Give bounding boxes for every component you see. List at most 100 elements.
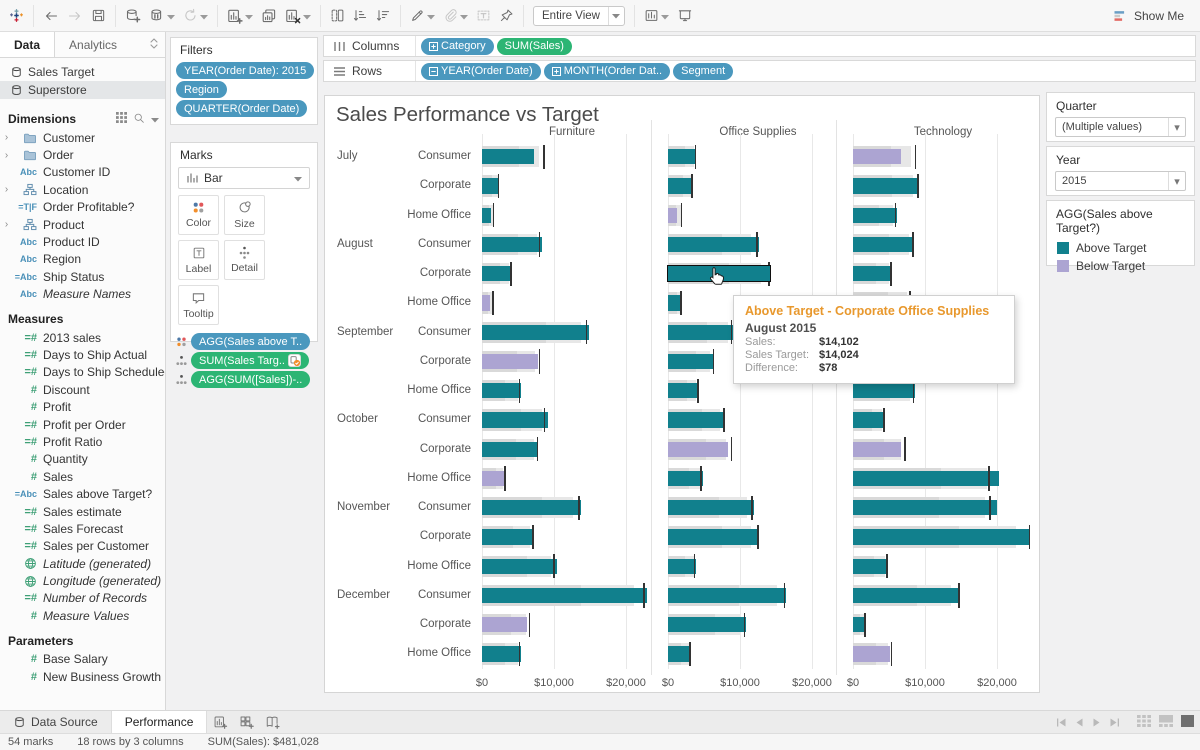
bullet-bar[interactable] — [853, 266, 892, 282]
pill-year-order-date-2015[interactable]: YEAR(Order Date): 2015 — [176, 62, 315, 79]
pill-segment[interactable]: Segment — [673, 62, 734, 80]
save-button[interactable] — [87, 3, 110, 29]
pill-region[interactable]: Region — [176, 81, 227, 98]
field-measure-values[interactable]: # Measure Values — [0, 607, 165, 624]
field-discount[interactable]: # Discount — [0, 381, 165, 398]
field-region[interactable]: Abc Region — [0, 251, 165, 268]
field-sales-forecast[interactable]: =# Sales Forecast — [0, 520, 165, 537]
pill-year-order-date[interactable]: YEAR(Order Date) — [421, 62, 541, 80]
field-quantity[interactable]: # Quantity — [0, 451, 165, 468]
bullet-bar[interactable] — [853, 646, 891, 662]
pause-updates-button[interactable] — [145, 3, 179, 29]
bullet-bar[interactable] — [853, 236, 914, 252]
show-sheet-sorter-button[interactable] — [1137, 714, 1151, 730]
legend-item-above-target[interactable]: Above Target — [1047, 239, 1194, 257]
new-story-button[interactable] — [259, 711, 285, 733]
bullet-bar[interactable] — [853, 587, 960, 603]
field-profit-ratio[interactable]: =# Profit Ratio — [0, 433, 165, 450]
pill-agg-sum-sales[interactable]: AGG(SUM([Sales])-.. — [191, 371, 311, 388]
marks-button-color[interactable]: Color — [178, 195, 219, 235]
bullet-bar[interactable] — [482, 646, 521, 662]
quarter-filter-dropdown[interactable]: (Multiple values) ▾ — [1055, 117, 1186, 137]
show-tabs-button[interactable] — [1181, 714, 1194, 730]
bullet-bar[interactable] — [482, 295, 490, 311]
bullet-bar[interactable] — [482, 178, 500, 194]
bullet-bar[interactable] — [482, 149, 534, 165]
bullet-bar[interactable] — [853, 500, 997, 516]
duplicate-sheet-button[interactable] — [257, 3, 281, 29]
bullet-bar[interactable] — [853, 149, 902, 165]
go-previous-button[interactable] — [1072, 718, 1087, 727]
marks-button-size[interactable]: Size — [224, 195, 265, 235]
expand-caret-icon[interactable]: › — [0, 184, 13, 195]
field-sales-estimate[interactable]: =# Sales estimate — [0, 503, 165, 520]
bullet-bar[interactable] — [853, 441, 902, 457]
fix-axes-button[interactable] — [495, 3, 518, 29]
sort-ascending-button[interactable] — [349, 3, 372, 29]
field-latitude-generated[interactable]: Latitude (generated) — [0, 555, 165, 572]
chevron-down-icon[interactable]: ▾ — [1168, 172, 1185, 190]
bullet-bar[interactable] — [853, 178, 919, 194]
bullet-bar[interactable] — [482, 207, 492, 223]
bullet-bar[interactable] — [482, 324, 590, 340]
bullet-bar[interactable] — [853, 470, 1000, 486]
field-sales[interactable]: # Sales — [0, 468, 165, 485]
field-new-business-growth[interactable]: # New Business Growth — [0, 668, 165, 685]
field-customer-id[interactable]: Abc Customer ID — [0, 164, 165, 181]
field-days-to-ship-actual[interactable]: =# Days to Ship Actual — [0, 346, 165, 363]
field-sales-per-customer[interactable]: =# Sales per Customer — [0, 538, 165, 555]
bullet-bar[interactable] — [482, 412, 548, 428]
bullet-bar[interactable] — [668, 236, 759, 252]
fit-selector[interactable]: Entire View — [533, 5, 625, 26]
bullet-bar[interactable] — [668, 207, 677, 223]
swap-rows-columns-button[interactable] — [326, 3, 349, 29]
field-measure-names[interactable]: Abc Measure Names — [0, 286, 165, 303]
search-icon[interactable] — [133, 112, 145, 127]
field-base-salary[interactable]: # Base Salary — [0, 651, 165, 668]
bullet-bar[interactable] — [482, 470, 504, 486]
bullet-bar[interactable] — [668, 500, 754, 516]
go-next-button[interactable] — [1089, 718, 1104, 727]
field-number-of-records[interactable]: =# Number of Records — [0, 590, 165, 607]
bullet-bar[interactable] — [482, 558, 557, 574]
bullet-bar[interactable] — [668, 383, 699, 399]
field-order-profitable[interactable]: =T|F Order Profitable? — [0, 199, 165, 216]
mark-type-dropdown[interactable]: Bar — [178, 167, 310, 189]
marks-button-tooltip[interactable]: Tooltip — [178, 285, 219, 325]
highlight-button[interactable] — [406, 3, 439, 29]
bullet-bar[interactable] — [482, 500, 582, 516]
bullet-bar[interactable] — [853, 207, 897, 223]
bullet-bar[interactable] — [482, 441, 539, 457]
legend-item-below-target[interactable]: Below Target — [1047, 257, 1194, 275]
field-days-to-ship-scheduled[interactable]: =# Days to Ship Scheduled — [0, 364, 165, 381]
pane-toggle-icon[interactable] — [149, 37, 159, 52]
sheet-tab-performance[interactable]: Performance — [111, 711, 208, 733]
bullet-bar[interactable] — [853, 412, 885, 428]
show-me-button[interactable]: Show Me — [1108, 3, 1188, 29]
field-profit[interactable]: # Profit — [0, 398, 165, 415]
bullet-bar[interactable] — [668, 617, 746, 633]
pill-agg-sales-above-t[interactable]: AGG(Sales above T.. — [191, 333, 311, 350]
field-customer[interactable]: › Customer — [0, 129, 165, 146]
bullet-bar[interactable] — [668, 470, 703, 486]
pill-quarter-order-date[interactable]: QUARTER(Order Date) — [176, 100, 308, 117]
bullet-bar[interactable] — [482, 236, 542, 252]
bullet-bar[interactable] — [668, 149, 697, 165]
bullet-bar[interactable] — [482, 617, 527, 633]
bullet-bar[interactable] — [668, 412, 725, 428]
back-button[interactable] — [39, 3, 63, 29]
bullet-bar[interactable] — [668, 646, 691, 662]
new-worksheet-tab-button[interactable] — [207, 711, 233, 733]
show-hide-cards-button[interactable] — [640, 3, 673, 29]
year-filter-dropdown[interactable]: 2015 ▾ — [1055, 171, 1186, 191]
marks-button-label[interactable]: Label — [178, 240, 219, 280]
pill-month-order-dat[interactable]: MONTH(Order Dat.. — [543, 62, 671, 80]
presentation-mode-button[interactable] — [673, 3, 697, 29]
pill-category[interactable]: Category — [421, 37, 494, 55]
field-product-id[interactable]: Abc Product ID — [0, 233, 165, 250]
bullet-bar[interactable] — [668, 529, 759, 545]
field-longitude-generated[interactable]: Longitude (generated) — [0, 572, 165, 589]
show-filmstrip-button[interactable] — [1159, 714, 1173, 730]
connection-superstore[interactable]: Superstore — [0, 81, 165, 99]
bullet-bar[interactable] — [668, 353, 715, 369]
